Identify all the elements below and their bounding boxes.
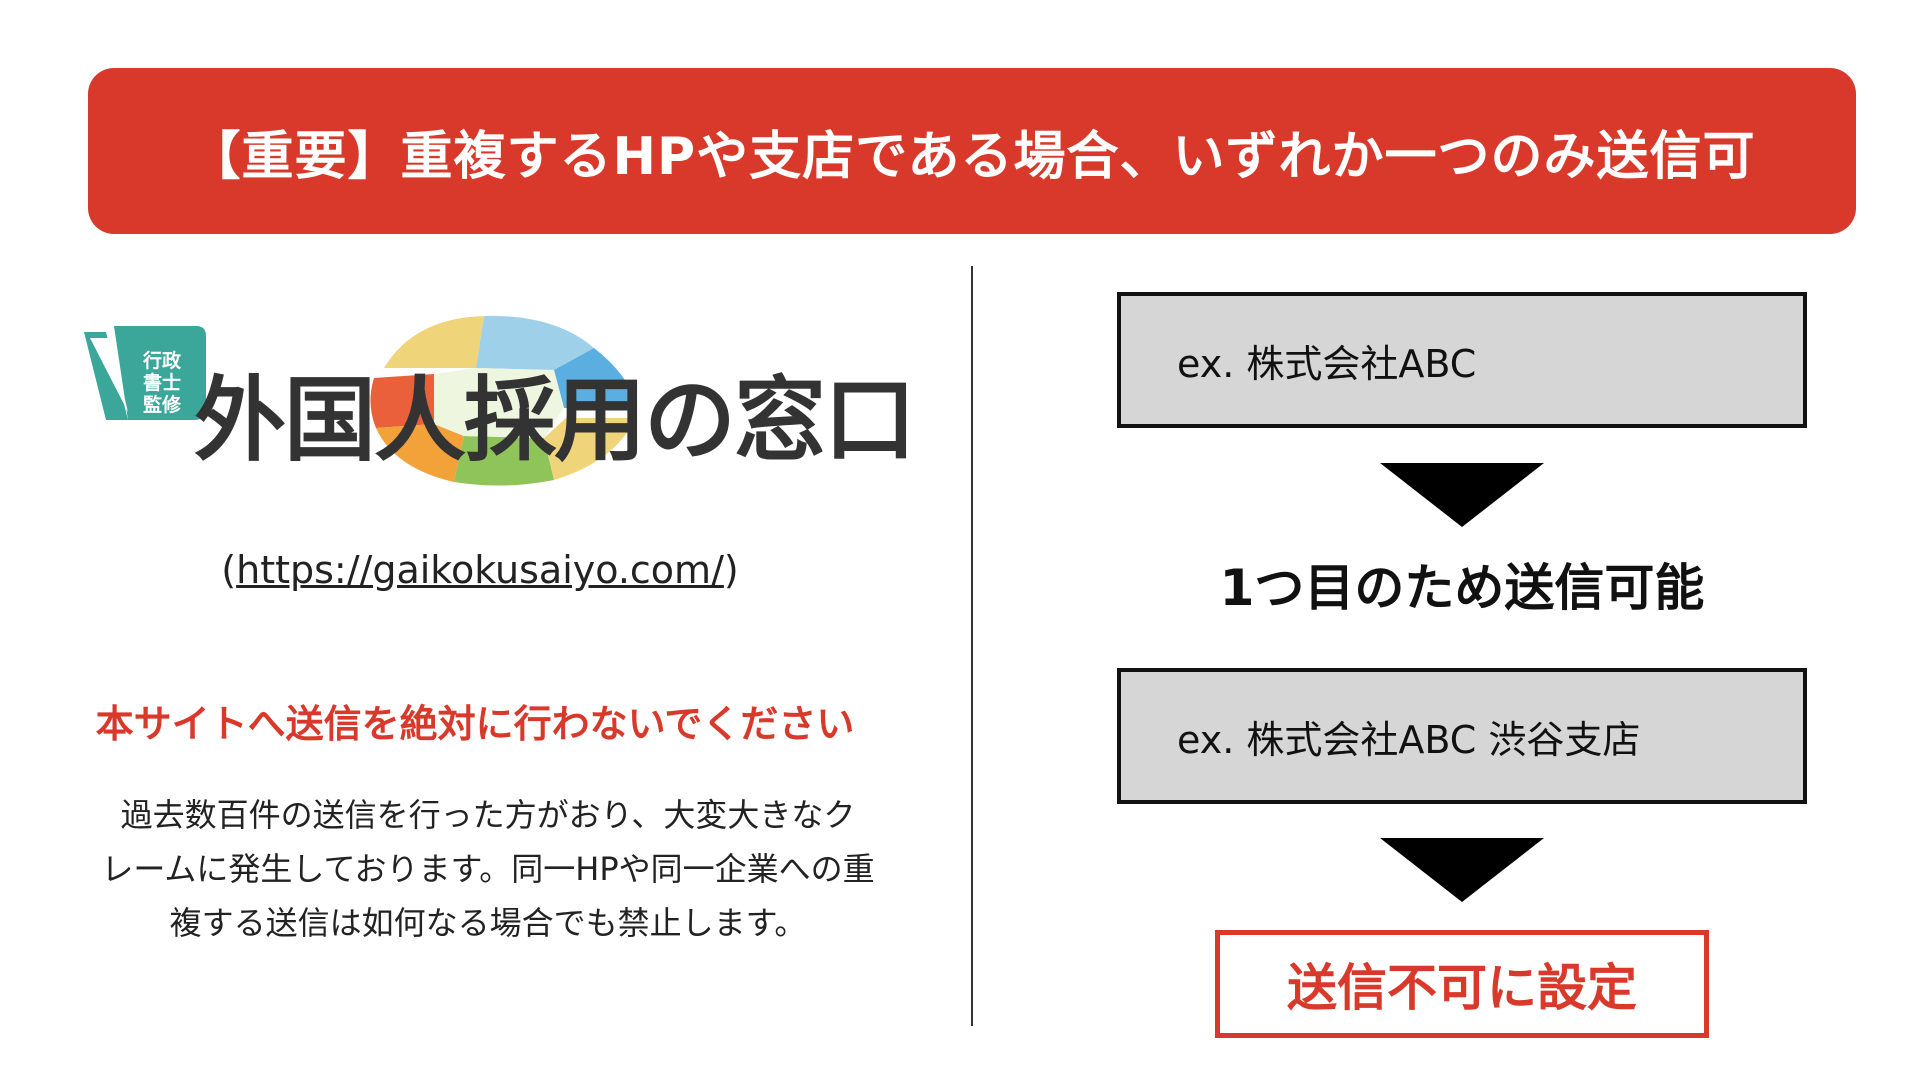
notice-banner: 【重要】重複するHPや支店である場合、いずれか一つのみ送信可 <box>88 68 1856 234</box>
url-open-paren: ( <box>221 548 237 592</box>
down-arrow-icon <box>1380 838 1544 902</box>
logo-badge-line: 書士 <box>142 372 181 394</box>
example-box-1-text: ex. 株式会社ABC <box>1177 341 1477 386</box>
logo-badge: 行政 書士 監修 <box>122 350 202 416</box>
logo-badge-line: 行政 <box>142 350 181 372</box>
description-line: レームに発生しております。同一HPや同一企業への重 <box>101 850 875 888</box>
site-logo: 行政 書士 監修 外国人採用の窓口 <box>84 308 916 488</box>
warning-text: 本サイトへ送信を絶対に行わないでください <box>95 702 855 746</box>
example-box-2-text: ex. 株式会社ABC 渋谷支店 <box>1177 717 1641 762</box>
logo-badge-line: 監修 <box>142 394 181 416</box>
result-blocked-text: 送信不可に設定 <box>1287 959 1637 1017</box>
example-box-1: ex. 株式会社ABC <box>1117 292 1807 428</box>
example-box-2: ex. 株式会社ABC 渋谷支店 <box>1117 668 1807 804</box>
site-url: (https://gaikokusaiyo.com/) <box>120 548 840 592</box>
notice-banner-text: 【重要】重複するHPや支店である場合、いずれか一つのみ送信可 <box>188 126 1756 187</box>
description-line: 複する送信は如何なる場合でも禁止します。 <box>169 904 807 942</box>
description-line: 過去数百件の送信を行った方がおり、大変大きなク <box>120 796 856 834</box>
result-blocked-box: 送信不可に設定 <box>1215 930 1709 1038</box>
down-arrow-icon <box>1380 463 1544 527</box>
url-close-paren: ) <box>723 548 739 592</box>
column-divider <box>971 266 973 1026</box>
description: 過去数百件の送信を行った方がおり、大変大きなク レームに発生しております。同一H… <box>58 788 918 950</box>
logo-title: 外国人採用の窓口 <box>194 367 916 474</box>
site-url-link[interactable]: https://gaikokusaiyo.com/ <box>236 548 724 592</box>
result-allowed-text: 1つ目のため送信可能 <box>1219 559 1705 617</box>
